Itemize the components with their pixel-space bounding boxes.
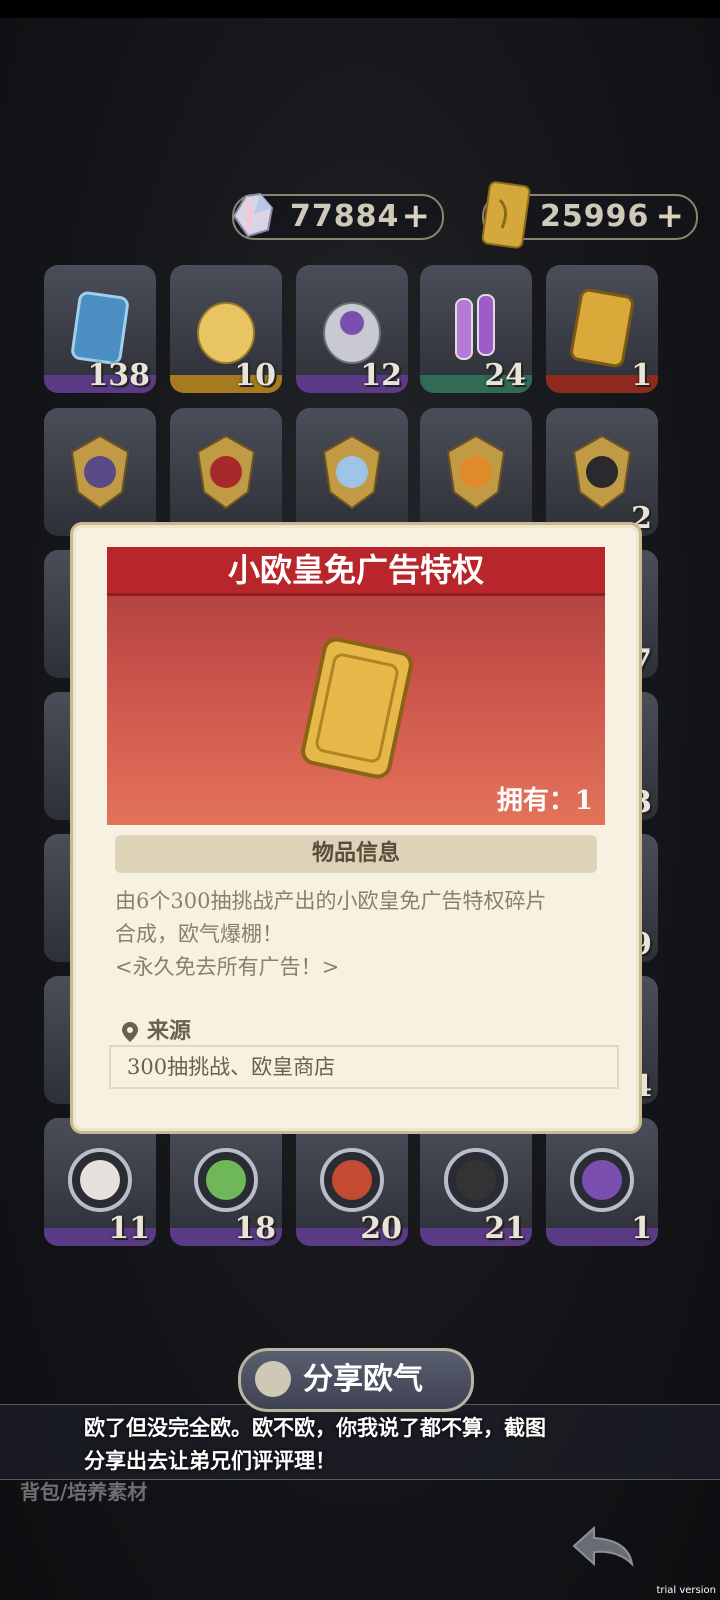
- item-count: 1: [631, 1211, 652, 1246]
- item-slot-character[interactable]: 1: [546, 1118, 658, 1246]
- share-caption: 欧了但没完全欧。欧不欧，你我说了都不算，截图 分享出去让弟兄们评评理！: [84, 1412, 644, 1478]
- share-luck-button[interactable]: 分享欧气: [238, 1348, 474, 1412]
- item-count: 12: [360, 358, 402, 393]
- watermark-text: trial version: [656, 1585, 716, 1596]
- owned-count: 拥有：1: [496, 786, 593, 816]
- item-slot-character[interactable]: 18: [170, 1118, 282, 1246]
- item-slot-badge[interactable]: 2: [546, 408, 658, 536]
- source-value: 300抽挑战、欧皇商店: [109, 1045, 619, 1089]
- source-heading: 来源: [121, 1013, 191, 1045]
- item-count: 20: [360, 1211, 402, 1246]
- item-count: 21: [484, 1211, 526, 1246]
- ticket-amount: 25996: [540, 199, 650, 234]
- item-slot-badge[interactable]: [420, 408, 532, 536]
- item-slot-gold-egg[interactable]: 10: [170, 265, 282, 393]
- description-line: <永久免去所有广告！>: [115, 955, 340, 979]
- item-slot-badge[interactable]: [170, 408, 282, 536]
- location-pin-icon: [122, 1022, 138, 1042]
- item-slot-free-ticket-gold[interactable]: 1: [546, 265, 658, 393]
- item-detail-modal[interactable]: 小欧皇免广告特权 拥有：1 物品信息 由6个300抽挑战产出的小欧皇免广告特权碎…: [70, 522, 642, 1134]
- item-slot-silver-egg[interactable]: 12: [296, 265, 408, 393]
- item-description: 由6个300抽挑战产出的小欧皇免广告特权碎片 合成，欧气爆棚！ <永久免去所有广…: [115, 885, 605, 984]
- bag-materials-label: 背包/培养素材: [20, 1480, 148, 1504]
- share-arrow-icon: [255, 1361, 291, 1397]
- item-slot-potion[interactable]: 24: [420, 265, 532, 393]
- gem-amount: 77884: [290, 199, 400, 234]
- add-gems-button[interactable]: +: [402, 196, 431, 236]
- modal-title: 小欧皇免广告特权: [107, 547, 605, 596]
- game-background: 77884 + 25996 + 138 10 12 24 1 2 11 18 2…: [0, 18, 720, 1600]
- free-ticket-gold-icon: [570, 288, 634, 368]
- badge-shield-icon: [196, 434, 256, 510]
- item-slot-badge[interactable]: [44, 408, 156, 536]
- item-count: 138: [87, 358, 150, 393]
- character-portrait-icon: [570, 1148, 634, 1212]
- free-ticket-gold-icon: [301, 637, 413, 779]
- item-count: 10: [234, 358, 276, 393]
- badge-shield-icon: [322, 434, 382, 510]
- caption-line: 欧了但没完全欧。欧不欧，你我说了都不算，截图: [84, 1416, 546, 1440]
- item-slot-character[interactable]: 20: [296, 1118, 408, 1246]
- caption-line: 分享出去让弟兄们评评理！: [84, 1449, 336, 1473]
- ticket-currency-bar: 25996 +: [481, 181, 698, 249]
- badge-shield-icon: [70, 434, 130, 510]
- description-line: 由6个300抽挑战产出的小欧皇免广告特权碎片: [115, 889, 547, 913]
- item-slot-character[interactable]: 21: [420, 1118, 532, 1246]
- crystal-gem-icon: [232, 192, 274, 238]
- source-label-text: 来源: [147, 1019, 192, 1044]
- item-count: 18: [234, 1211, 276, 1246]
- golden-ticket-icon: [481, 181, 531, 249]
- item-slot-character[interactable]: 11: [44, 1118, 156, 1246]
- badge-shield-icon: [446, 434, 506, 510]
- description-line: 合成，欧气爆棚！: [115, 922, 283, 946]
- back-arrow-icon[interactable]: [570, 1522, 640, 1572]
- add-tickets-button[interactable]: +: [656, 196, 685, 236]
- item-slot-free-ticket-blue[interactable]: 138: [44, 265, 156, 393]
- item-banner: 小欧皇免广告特权 拥有：1: [107, 547, 605, 825]
- badge-shield-icon: [572, 434, 632, 510]
- item-count: 1: [631, 358, 652, 393]
- share-label: 分享欧气: [303, 1362, 423, 1397]
- gem-currency-bar: 77884 +: [232, 192, 444, 240]
- item-count: 11: [108, 1211, 150, 1246]
- item-count: 24: [484, 358, 526, 393]
- item-slot-badge[interactable]: [296, 408, 408, 536]
- item-info-header: 物品信息: [115, 835, 597, 873]
